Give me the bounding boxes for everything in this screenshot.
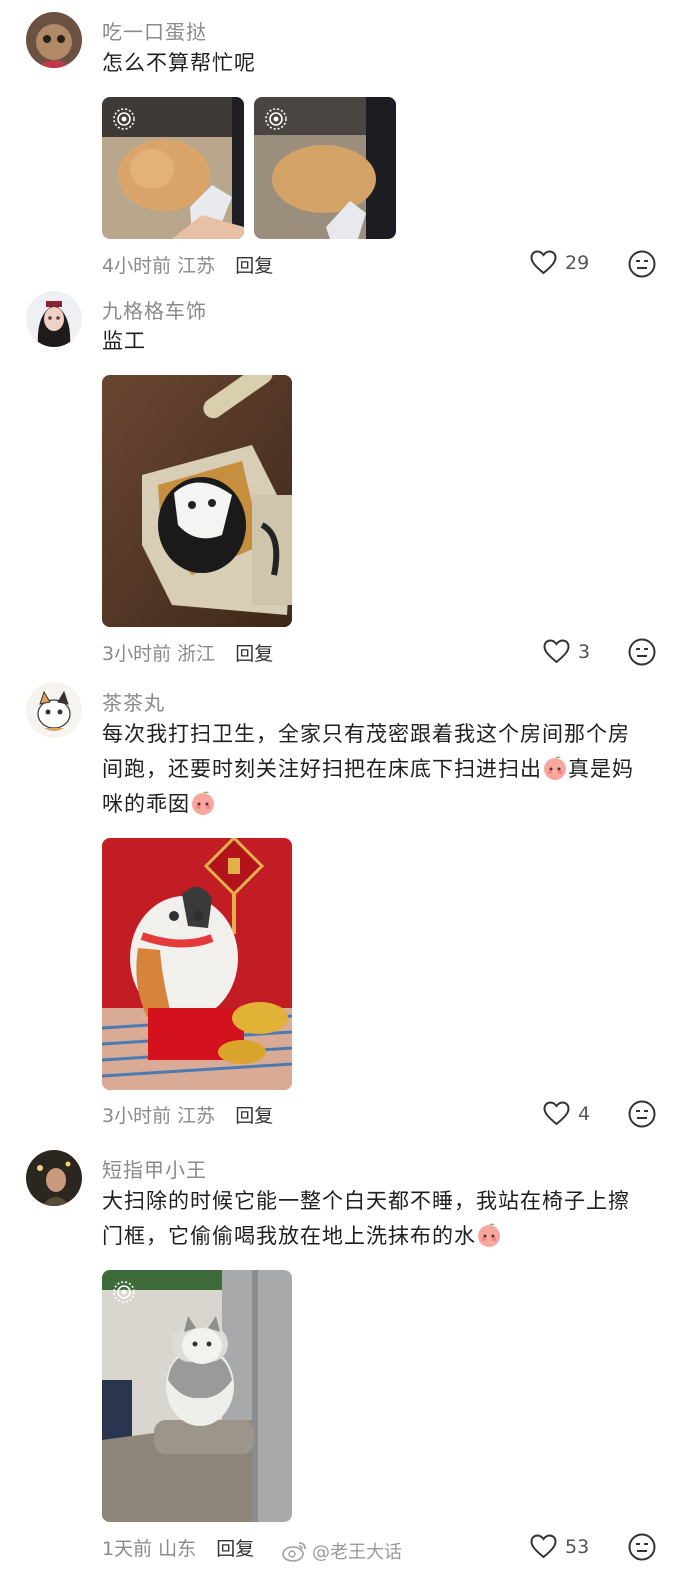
live-photo-icon — [265, 108, 287, 130]
username[interactable]: 茶茶丸 — [102, 687, 165, 716]
peach-emoji-icon — [192, 791, 214, 815]
weibo-logo-icon — [282, 1542, 306, 1562]
avatar[interactable] — [26, 682, 82, 738]
comment-meta: 1天前 山东 回复 — [102, 1534, 254, 1561]
comment-text-line: 门框，它偷偷喝我放在地上洗抹布的水 — [102, 1219, 677, 1254]
live-photo-icon — [113, 1281, 135, 1303]
like-button[interactable]: 29 — [530, 250, 589, 275]
comment-meta: 4小时前 江苏 回复 — [102, 251, 273, 278]
location: 山东 — [158, 1538, 197, 1560]
like-button[interactable]: 53 — [530, 1534, 589, 1559]
like-count: 3 — [578, 640, 591, 663]
like-count: 29 — [565, 251, 590, 274]
timestamp: 3小时前 — [102, 643, 172, 665]
comment-meta: 3小时前 江苏 回复 — [102, 1101, 273, 1128]
comment-image[interactable] — [102, 97, 244, 239]
neutral-face-icon[interactable] — [628, 250, 656, 278]
neutral-face-icon[interactable] — [628, 638, 656, 666]
reply-button[interactable]: 回复 — [216, 1538, 254, 1560]
heart-outline-icon — [543, 1101, 570, 1126]
username[interactable]: 吃一口蛋挞 — [102, 16, 207, 45]
timestamp: 4小时前 — [102, 255, 172, 277]
peach-emoji-icon — [544, 756, 566, 780]
like-button[interactable]: 4 — [543, 1101, 590, 1126]
timestamp: 3小时前 — [102, 1105, 172, 1127]
username[interactable]: 短指甲小王 — [102, 1154, 207, 1183]
comment-image[interactable] — [102, 1270, 292, 1522]
comment-text-line: 每次我打扫卫生，全家只有茂密跟着我这个房间那个房 — [102, 722, 630, 746]
avatar[interactable] — [26, 1150, 82, 1206]
reply-button[interactable]: 回复 — [235, 643, 273, 665]
comment-image[interactable] — [102, 375, 292, 627]
reply-button[interactable]: 回复 — [235, 1105, 273, 1127]
peach-emoji-icon — [478, 1223, 500, 1247]
live-photo-icon — [113, 108, 135, 130]
heart-outline-icon — [530, 250, 557, 275]
comment-text: 大扫除的时候它能一整个白天都不睡，我站在椅子上擦 门框，它偷偷喝我放在地上洗抹布… — [102, 1184, 677, 1254]
reply-button[interactable]: 回复 — [235, 255, 273, 277]
comment-text: 怎么不算帮忙呢 — [102, 51, 256, 75]
comment-text-line: 咪的乖囡 — [102, 787, 677, 822]
comment-image[interactable] — [254, 97, 396, 239]
avatar[interactable] — [26, 12, 82, 68]
comment-text: 每次我打扫卫生，全家只有茂密跟着我这个房间那个房 间跑，还要时刻关注好扫把在床底… — [102, 717, 677, 822]
like-count: 4 — [578, 1102, 591, 1125]
timestamp: 1天前 — [102, 1538, 153, 1560]
comment-meta: 3小时前 浙江 回复 — [102, 639, 273, 666]
like-button[interactable]: 3 — [543, 639, 590, 664]
location: 浙江 — [177, 643, 216, 665]
avatar[interactable] — [26, 291, 82, 347]
heart-outline-icon — [543, 639, 570, 664]
comment-text: 监工 — [102, 329, 146, 353]
username[interactable]: 九格格车饰 — [102, 295, 207, 324]
neutral-face-icon[interactable] — [628, 1533, 656, 1561]
comment-image[interactable] — [102, 838, 292, 1090]
location: 江苏 — [177, 255, 216, 277]
comment-text-line: 大扫除的时候它能一整个白天都不睡，我站在椅子上擦 — [102, 1189, 630, 1213]
like-count: 53 — [565, 1535, 590, 1558]
watermark-text: @老王大话 — [312, 1542, 402, 1563]
location: 江苏 — [177, 1105, 216, 1127]
watermark: @老王大话 — [282, 1538, 402, 1564]
comment-text-line: 间跑，还要时刻关注好扫把在床底下扫进扫出 真是妈 — [102, 756, 634, 781]
heart-outline-icon — [530, 1534, 557, 1559]
neutral-face-icon[interactable] — [628, 1100, 656, 1128]
